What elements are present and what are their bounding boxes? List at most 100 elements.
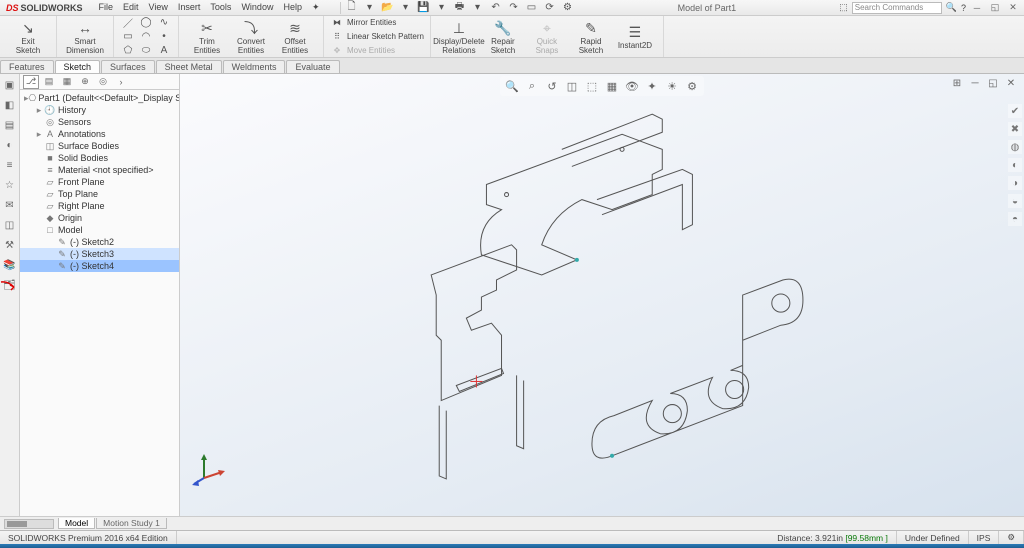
fm-tab-tree-icon[interactable]: ⎇ — [23, 75, 39, 89]
tree-node-sketch3[interactable]: ✎(-) Sketch3 — [20, 248, 179, 260]
select-icon[interactable]: ▭ — [525, 1, 539, 15]
tab-evaluate[interactable]: Evaluate — [286, 60, 339, 73]
search-icon[interactable]: 🔍 — [946, 2, 957, 13]
chevron-down-icon[interactable]: ▾ — [363, 1, 377, 15]
chevron-down-icon[interactable]: ▾ — [399, 1, 413, 15]
arc-icon[interactable]: ◠ — [138, 31, 154, 43]
repair-icon: 🔧 — [493, 18, 513, 38]
tree-node-surface-bodies[interactable]: ◫Surface Bodies — [20, 140, 179, 152]
save-icon[interactable]: 💾 — [417, 1, 431, 15]
tab-model[interactable]: Model — [58, 518, 95, 529]
circle-icon[interactable]: ◯ — [138, 17, 154, 29]
ds-logo-icon: DS — [6, 3, 19, 13]
rebuild-icon[interactable]: ⟳ — [543, 1, 557, 15]
app-logo: DS SOLIDWORKS — [0, 3, 89, 13]
search-commands-input[interactable]: Search Commands — [852, 2, 942, 14]
custom-props-icon[interactable]: ≡ — [3, 158, 17, 172]
view-palette-icon[interactable]: ◫ — [3, 218, 17, 232]
status-bar: SOLIDWORKS Premium 2016 x64 Edition Dist… — [0, 530, 1024, 544]
restore-button[interactable]: ◱ — [988, 2, 1002, 14]
ellipse-icon[interactable]: ⬭ — [138, 45, 154, 57]
timeline-scroll[interactable] — [4, 519, 54, 529]
tree-node-front-plane[interactable]: ▱Front Plane — [20, 176, 179, 188]
undo-icon[interactable]: ↶ — [489, 1, 503, 15]
tree-node-sketch4[interactable]: ✎(-) Sketch4 — [20, 260, 179, 272]
tab-surfaces[interactable]: Surfaces — [101, 60, 155, 73]
tab-features[interactable]: Features — [0, 60, 54, 73]
tree-node-material[interactable]: ≡Material <not specified> — [20, 164, 179, 176]
quick-access-toolbar: 🗋 ▾ 📂 ▾ 💾 ▾ 🖶 ▾ ↶ ↷ ▭ ⟳ ⚙ — [340, 1, 575, 15]
search-db-icon[interactable]: ⬚ — [839, 2, 848, 13]
convert-entities-button[interactable]: ⤵ Convert Entities — [229, 18, 273, 55]
print-icon[interactable]: 🖶 — [453, 1, 467, 15]
part-icon[interactable]: ◧ — [3, 98, 17, 112]
open-icon[interactable]: 📂 — [381, 1, 395, 15]
chevron-down-icon[interactable]: ▾ — [471, 1, 485, 15]
exit-sketch-button[interactable]: ↘ Exit Sketch — [6, 18, 50, 55]
tab-motion-study[interactable]: Motion Study 1 — [96, 518, 167, 529]
menu-view[interactable]: View — [149, 2, 168, 13]
appearance-icon[interactable]: ◐ — [3, 138, 17, 152]
menu-insert[interactable]: Insert — [178, 2, 201, 13]
new-doc-icon[interactable]: 🗋 — [345, 1, 359, 15]
tab-sketch[interactable]: Sketch — [55, 60, 101, 73]
resources-icon[interactable]: ☆ — [3, 178, 17, 192]
toolbox-icon[interactable]: ⚒ — [3, 238, 17, 252]
assembly-icon[interactable]: ▣ — [3, 78, 17, 92]
drawing-icon[interactable]: ▤ — [3, 118, 17, 132]
offset-entities-button[interactable]: ≋ Offset Entities — [273, 18, 317, 55]
forum-icon[interactable]: ✉ — [3, 198, 17, 212]
menu-help[interactable]: Help — [283, 2, 302, 13]
point-icon[interactable]: • — [156, 31, 172, 43]
tree-node-model[interactable]: □Model — [20, 224, 179, 236]
menu-edit[interactable]: Edit — [123, 2, 139, 13]
linear-pattern-button[interactable]: ⠿Linear Sketch Pattern — [330, 31, 424, 43]
help-icon[interactable]: ? — [961, 3, 966, 13]
tree-node-history[interactable]: ▸🕘History — [20, 104, 179, 116]
display-delete-relations-button[interactable]: ⊥ Display/Delete Relations — [437, 18, 481, 55]
menu-tools[interactable]: Tools — [210, 2, 231, 13]
chevron-down-icon[interactable]: ▾ — [435, 1, 449, 15]
library-icon[interactable]: 📚 — [3, 258, 17, 272]
text-icon[interactable]: A — [156, 45, 172, 57]
fm-tab-property-icon[interactable]: ▤ — [41, 75, 57, 89]
tree-node-sketch2[interactable]: ✎(-) Sketch2 — [20, 236, 179, 248]
options-icon[interactable]: ⚙ — [561, 1, 575, 15]
minimize-button[interactable]: ─ — [970, 2, 984, 14]
smart-dimension-button[interactable]: ↔ Smart Dimension — [63, 18, 107, 55]
mirror-entities-button[interactable]: ⧓Mirror Entities — [330, 17, 424, 29]
menu-file[interactable]: File — [99, 2, 114, 13]
status-custom-icon[interactable]: ⚙ — [999, 531, 1024, 544]
redo-icon[interactable]: ↷ — [507, 1, 521, 15]
rapid-sketch-button[interactable]: ✎ Rapid Sketch — [569, 18, 613, 55]
line-icon[interactable]: ／ — [120, 17, 136, 29]
spline-icon[interactable]: ∿ — [156, 17, 172, 29]
tree-node-top-plane[interactable]: ▱Top Plane — [20, 188, 179, 200]
trim-icon: ✂ — [197, 18, 217, 38]
trim-entities-button[interactable]: ✂ Trim Entities — [185, 18, 229, 55]
menu-window[interactable]: Window — [241, 2, 273, 13]
tree-root[interactable]: ▸⎔Part1 (Default<<Default>_Display State — [20, 92, 179, 104]
tree-node-solid-bodies[interactable]: ■Solid Bodies — [20, 152, 179, 164]
repair-sketch-button[interactable]: 🔧 Repair Sketch — [481, 18, 525, 55]
tree-node-sensors[interactable]: ◎Sensors — [20, 116, 179, 128]
tab-sheet-metal[interactable]: Sheet Metal — [156, 60, 222, 73]
fm-tab-dim-icon[interactable]: ⊕ — [77, 75, 93, 89]
main-area: ▣ ◧ ▤ ◐ ≡ ☆ ✉ ◫ ⚒ 📚 🗂 ⎇ ▤ ▦ ⊕ ◎ › — [0, 74, 1024, 516]
tab-weldments[interactable]: Weldments — [223, 60, 286, 73]
tree-node-right-plane[interactable]: ▱Right Plane — [20, 200, 179, 212]
fm-tab-more-icon[interactable]: › — [113, 75, 129, 89]
feature-tree[interactable]: ▸⎔Part1 (Default<<Default>_Display State… — [20, 90, 179, 516]
status-units[interactable]: IPS — [969, 531, 1000, 544]
close-button[interactable]: ✕ — [1006, 2, 1020, 14]
fm-tab-display-icon[interactable]: ◎ — [95, 75, 111, 89]
instant2d-button[interactable]: ☰ Instant2D — [613, 22, 657, 50]
rectangle-icon[interactable]: ▭ — [120, 31, 136, 43]
graphics-viewport[interactable]: 🔍 ⌕ ↺ ◫ ⬚ ▦ 👁 ✦ ☀ ⚙ ⊞ ─ ◱ ✕ ✔ ✖ ◍ — [180, 74, 1024, 516]
tree-node-origin[interactable]: ◆Origin — [20, 212, 179, 224]
pin-icon[interactable]: ✦ — [312, 2, 320, 13]
fm-tab-config-icon[interactable]: ▦ — [59, 75, 75, 89]
orientation-triad-icon[interactable] — [192, 452, 226, 486]
polygon-icon[interactable]: ⬠ — [120, 45, 136, 57]
tree-node-annotations[interactable]: ▸AAnnotations — [20, 128, 179, 140]
